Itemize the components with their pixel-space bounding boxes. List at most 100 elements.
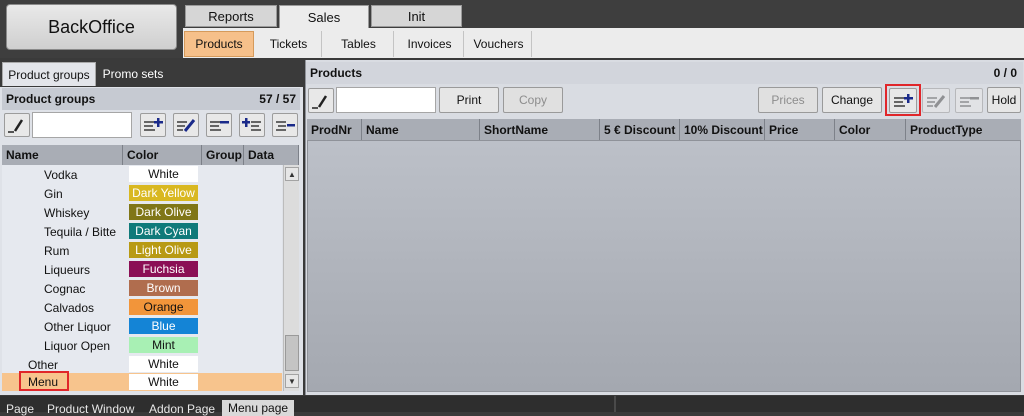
products-header: Products 0 / 0	[306, 62, 1023, 84]
bottom-divider	[614, 396, 616, 412]
row-name: Vodka	[44, 167, 78, 182]
row-color: Dark Yellow	[129, 185, 198, 201]
subtab-tickets[interactable]: Tickets	[256, 31, 322, 57]
tab-product-groups[interactable]: Product groups	[2, 62, 96, 86]
table-row[interactable]: Other Liquor Blue	[2, 317, 282, 336]
col-5-eur-discount[interactable]: 5 € Discount	[600, 119, 680, 140]
col-shortname[interactable]: ShortName	[480, 119, 600, 140]
table-row[interactable]: Cognac Brown	[2, 279, 282, 298]
products-title: Products	[310, 66, 363, 80]
product-groups-header: Product groups 57 / 57	[2, 88, 300, 110]
row-color: White	[129, 166, 198, 182]
copy-button[interactable]: Copy	[503, 87, 563, 113]
col-color[interactable]: Color	[835, 119, 906, 140]
row-color: Brown	[129, 280, 198, 296]
tab-sales[interactable]: Sales	[279, 5, 369, 29]
groups-grid-header: Name Color Group Data	[2, 145, 299, 165]
add-subgroup-button[interactable]	[239, 113, 265, 137]
row-color: Light Olive	[129, 242, 198, 258]
list-edit-icon	[927, 94, 946, 108]
list-remove-icon	[960, 96, 979, 107]
product-groups-count: 57 / 57	[259, 92, 296, 106]
list-add-sub-icon	[242, 118, 261, 131]
row-color: Fuchsia	[129, 261, 198, 277]
scroll-up-icon[interactable]: ▲	[285, 167, 299, 181]
edit-group-button[interactable]	[173, 113, 199, 137]
indent-group-button[interactable]	[272, 113, 298, 137]
edit-product-button[interactable]	[922, 88, 950, 113]
table-row[interactable]: Liqueurs Fuchsia	[2, 260, 282, 279]
col-group[interactable]: Group	[202, 145, 244, 165]
menu-row-highlight	[19, 371, 69, 391]
subtab-products[interactable]: Products	[184, 31, 254, 57]
row-name: Liquor Open	[44, 338, 111, 353]
table-row[interactable]: Calvados Orange	[2, 298, 282, 317]
row-name: Rum	[44, 243, 70, 258]
row-color: White	[129, 356, 198, 372]
table-row[interactable]: Vodka White	[2, 165, 282, 184]
groups-scrollbar[interactable]: ▲ ▼	[283, 165, 299, 391]
col-prodnr[interactable]: ProdNr	[307, 119, 362, 140]
row-color: Mint	[129, 337, 198, 353]
col-producttype[interactable]: ProductType	[906, 119, 1021, 140]
table-row[interactable]: Tequila / Bitte Dark Cyan	[2, 222, 282, 241]
row-name: Calvados	[44, 300, 95, 315]
row-name: Tequila / Bitte	[44, 224, 117, 239]
backoffice-button[interactable]: BackOffice	[6, 4, 177, 50]
groups-search-input[interactable]	[32, 112, 132, 138]
tab-reports[interactable]: Reports	[185, 5, 277, 27]
products-grid	[307, 140, 1021, 392]
edit-groups-button[interactable]	[4, 113, 30, 137]
table-row[interactable]: Rum Light Olive	[2, 241, 282, 260]
products-count: 0 / 0	[993, 66, 1017, 80]
products-grid-header: ProdNr Name ShortName 5 € Discount 10% D…	[307, 119, 1021, 140]
remove-product-button[interactable]	[955, 88, 983, 113]
remove-group-button[interactable]	[206, 113, 232, 137]
tab-page[interactable]: Page	[6, 402, 34, 416]
tab-menu-page[interactable]: Menu page	[222, 400, 295, 416]
list-add-icon	[144, 118, 163, 131]
col-name[interactable]: Name	[362, 119, 480, 140]
scroll-down-icon[interactable]: ▼	[285, 374, 299, 388]
add-group-button[interactable]	[140, 113, 166, 137]
products-search-input[interactable]	[336, 87, 436, 113]
table-row[interactable]: Gin Dark Yellow	[2, 184, 282, 203]
product-groups-title: Product groups	[6, 92, 96, 106]
col-color[interactable]: Color	[123, 145, 202, 165]
row-color: White	[129, 374, 198, 390]
pencil-icon	[312, 94, 328, 109]
scroll-thumb[interactable]	[285, 335, 299, 371]
tab-addon-page[interactable]: Addon Page	[149, 402, 215, 416]
add-product-highlight	[885, 84, 921, 116]
row-color: Dark Olive	[129, 204, 198, 220]
list-remove-icon	[210, 121, 229, 131]
col-price[interactable]: Price	[765, 119, 835, 140]
table-row[interactable]: Whiskey Dark Olive	[2, 203, 282, 222]
row-color: Dark Cyan	[129, 223, 198, 239]
pencil-icon	[8, 119, 24, 133]
row-color: Blue	[129, 318, 198, 334]
tab-init[interactable]: Init	[371, 5, 462, 27]
prices-button[interactable]: Prices	[758, 87, 818, 113]
subtab-invoices[interactable]: Invoices	[396, 31, 464, 57]
row-color: Orange	[129, 299, 198, 315]
col-data[interactable]: Data	[244, 145, 299, 165]
subtab-tables[interactable]: Tables	[324, 31, 394, 57]
subtab-vouchers[interactable]: Vouchers	[466, 31, 532, 57]
print-button[interactable]: Print	[439, 87, 499, 113]
row-name: Liqueurs	[44, 262, 91, 277]
edit-products-button[interactable]	[308, 88, 334, 113]
row-name: Other Liquor	[44, 319, 111, 334]
row-name: Cognac	[44, 281, 86, 296]
row-name: Gin	[44, 186, 63, 201]
row-name: Other	[28, 357, 59, 372]
table-row[interactable]: Liquor Open Mint	[2, 336, 282, 355]
groups-grid: Vodka White Gin Dark Yellow Whiskey Dark…	[2, 165, 282, 391]
tab-promo-sets[interactable]: Promo sets	[97, 62, 169, 86]
list-indent-icon	[276, 121, 295, 131]
col-10-percent-discount[interactable]: 10% Discount	[680, 119, 765, 140]
change-button[interactable]: Change	[822, 87, 882, 113]
hold-button[interactable]: Hold	[987, 87, 1021, 113]
col-name[interactable]: Name	[2, 145, 123, 165]
tab-product-window[interactable]: Product Window	[47, 402, 134, 416]
